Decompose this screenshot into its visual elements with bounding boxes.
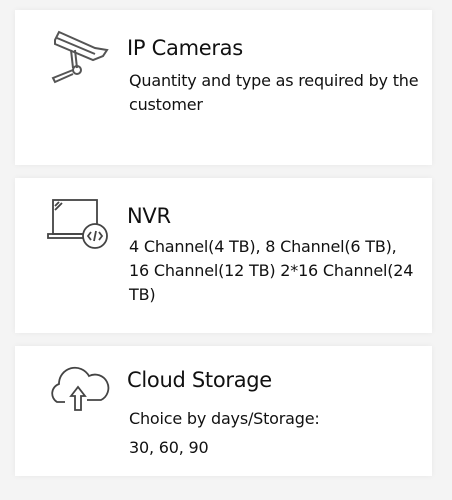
card-nvr: NVR 4 Channel(4 TB), 8 Channel(6 TB), 16… [15, 178, 432, 333]
card-description: 4 Channel(4 TB), 8 Channel(6 TB), 16 Cha… [129, 237, 414, 304]
card-title: Cloud Storage [127, 368, 272, 392]
card-title: NVR [127, 204, 171, 228]
card-cloud-storage: Cloud Storage Choice by days/Storage: 30… [15, 346, 432, 476]
card-description: Quantity and type as required by the cus… [129, 71, 419, 114]
cloud-upload-icon [51, 366, 110, 411]
laptop-code-icon [47, 199, 108, 249]
security-camera-icon [51, 30, 109, 84]
card-description: Choice by days/Storage: 30, 60, 90 [129, 409, 320, 457]
card-title: IP Cameras [127, 36, 243, 60]
card-ip-cameras: IP Cameras Quantity and type as required… [15, 10, 432, 165]
